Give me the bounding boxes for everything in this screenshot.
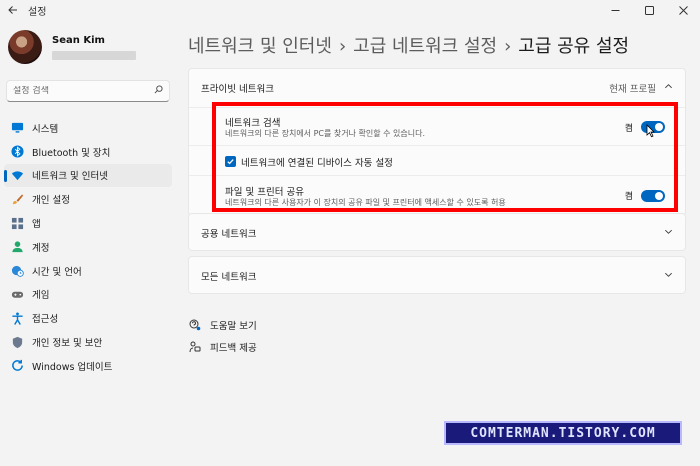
arrow-left-icon xyxy=(8,6,17,14)
minimize-icon xyxy=(611,9,619,11)
get-help-link[interactable]: 도움말 보기 xyxy=(188,314,257,336)
brush-icon xyxy=(10,192,24,206)
search-input[interactable] xyxy=(13,86,154,96)
breadcrumb: 네트워크 및 인터넷 › 고급 네트워크 설정 › 고급 공유 설정 xyxy=(188,32,629,58)
breadcrumb-link-network[interactable]: 네트워크 및 인터넷 xyxy=(188,36,332,57)
account-icon xyxy=(10,240,24,254)
bluetooth-icon xyxy=(10,145,24,159)
chevron-down-icon[interactable] xyxy=(664,227,673,239)
red-highlight-box xyxy=(212,102,678,212)
globe-clock-icon xyxy=(10,264,24,278)
chevron-down-icon[interactable] xyxy=(664,270,673,282)
give-feedback-label: 피드백 제공 xyxy=(210,343,257,354)
all-networks-panel[interactable]: 모든 네트워크 xyxy=(188,256,686,294)
private-network-title: 프라이빗 네트워크 xyxy=(201,84,274,95)
sidebar-item-network[interactable]: 네트워크 및 인터넷 xyxy=(4,163,172,188)
maximize-button[interactable] xyxy=(632,0,666,20)
shield-icon xyxy=(10,335,24,349)
sidebar-item-privacy-security[interactable]: 개인 정보 및 보안 xyxy=(4,330,172,354)
close-icon xyxy=(678,5,688,15)
search-icon[interactable] xyxy=(154,85,163,97)
minimize-button[interactable] xyxy=(598,0,632,20)
breadcrumb-link-advanced-network[interactable]: 고급 네트워크 설정 xyxy=(353,36,497,57)
sidebar-item-label: 개인 설정 xyxy=(32,195,70,207)
profile-email-redacted xyxy=(52,50,136,60)
give-feedback-link[interactable]: 피드백 제공 xyxy=(188,336,257,358)
sidebar-item-apps[interactable]: 앱 xyxy=(4,211,172,235)
avatar xyxy=(8,30,42,64)
accessibility-icon xyxy=(10,311,24,325)
gamepad-icon xyxy=(10,287,24,301)
maximize-icon xyxy=(644,5,654,15)
sidebar-item-system[interactable]: 시스템 xyxy=(4,116,172,140)
breadcrumb-separator: › xyxy=(504,36,512,57)
sidebar-item-accounts[interactable]: 계정 xyxy=(4,235,172,259)
settings-search[interactable] xyxy=(6,80,170,102)
feedback-icon xyxy=(188,340,202,354)
get-help-label: 도움말 보기 xyxy=(210,321,257,332)
site-watermark: COMTERMAN.TISTORY.COM xyxy=(444,421,682,445)
update-icon xyxy=(10,359,24,373)
current-profile-label: 현재 프로필 xyxy=(609,84,656,95)
sidebar-item-label: 시스템 xyxy=(32,123,59,135)
title-bar: 설정 xyxy=(0,0,700,20)
sidebar-item-bluetooth[interactable]: Bluetooth 및 장치 xyxy=(4,140,172,164)
window-controls xyxy=(598,0,700,20)
sidebar-item-label: 시간 및 언어 xyxy=(32,266,82,278)
sidebar-item-label: 게임 xyxy=(32,290,50,302)
sidebar-item-gaming[interactable]: 게임 xyxy=(4,283,172,307)
chevron-up-icon[interactable] xyxy=(664,82,673,94)
sidebar-item-label: 접근성 xyxy=(32,314,59,326)
profile-name: Sean Kim xyxy=(52,34,105,46)
help-icon xyxy=(188,318,202,332)
mouse-cursor-icon xyxy=(646,124,655,138)
user-profile[interactable]: Sean Kim xyxy=(8,30,136,64)
sidebar-item-accessibility[interactable]: 접근성 xyxy=(4,306,172,330)
help-links: 도움말 보기 피드백 제공 xyxy=(188,314,257,358)
back-button[interactable] xyxy=(2,0,24,20)
public-network-title: 공용 네트워크 xyxy=(201,229,257,240)
sidebar-item-label: 네트워크 및 인터넷 xyxy=(32,171,108,183)
all-networks-title: 모든 네트워크 xyxy=(201,272,257,283)
system-icon xyxy=(10,121,24,135)
close-button[interactable] xyxy=(666,0,700,20)
breadcrumb-separator: › xyxy=(338,36,347,57)
app-title: 설정 xyxy=(28,6,47,18)
sidebar-item-label: Windows 업데이트 xyxy=(32,361,113,373)
sidebar-item-label: 앱 xyxy=(32,219,41,231)
apps-icon xyxy=(10,216,24,230)
wifi-icon xyxy=(10,168,24,182)
sidebar-item-time-language[interactable]: 시간 및 언어 xyxy=(4,259,172,283)
sidebar-item-personalization[interactable]: 개인 설정 xyxy=(4,187,172,211)
sidebar-item-label: 계정 xyxy=(32,242,50,254)
sidebar-nav: 시스템 Bluetooth 및 장치 네트워크 및 인터넷 개인 설정 앱 계정 xyxy=(4,116,172,378)
sidebar-item-label: Bluetooth 및 장치 xyxy=(32,147,111,159)
public-network-panel[interactable]: 공용 네트워크 xyxy=(188,213,686,251)
sidebar-item-label: 개인 정보 및 보안 xyxy=(32,338,103,350)
page-title: 고급 공유 설정 xyxy=(518,36,630,57)
sidebar-item-windows-update[interactable]: Windows 업데이트 xyxy=(4,354,172,378)
